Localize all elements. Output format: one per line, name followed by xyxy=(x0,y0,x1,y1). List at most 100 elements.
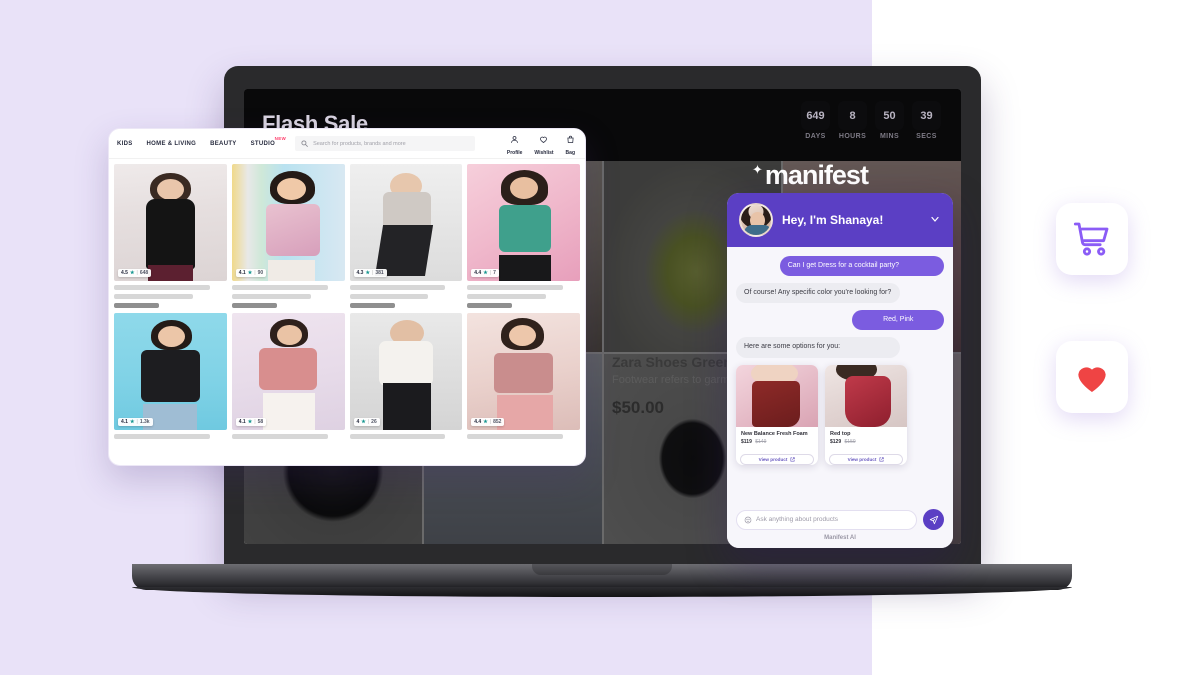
chat-product-price: $119 $149 xyxy=(741,438,767,445)
navbar-action-profile[interactable]: Profile xyxy=(506,131,523,156)
countdown-unit-hours: 8 HOURS xyxy=(838,101,867,140)
chat-input[interactable]: Ask anything about products xyxy=(736,509,917,530)
product-card[interactable]: 4.4 ★ | 7 xyxy=(467,164,580,308)
send-icon xyxy=(929,515,938,524)
rating-count: 7 xyxy=(493,270,496,276)
nav-link-home-living[interactable]: HOME & LIVING xyxy=(147,141,197,147)
search-placeholder: Search for products, brands and more xyxy=(313,140,406,147)
rating-value: 4.4 xyxy=(474,419,482,425)
navbar-action-wishlist[interactable]: Wishlist xyxy=(534,131,554,156)
view-product-label: View product xyxy=(847,456,877,462)
countdown-days-value: 649 xyxy=(801,101,830,130)
chat-input-placeholder: Ask anything about products xyxy=(756,516,839,523)
countdown-mins-label: MINS xyxy=(879,133,900,140)
product-skeleton-line xyxy=(467,434,564,439)
floating-cart-card[interactable] xyxy=(1056,203,1128,275)
search-input[interactable]: Search for products, brands and more xyxy=(295,136,476,151)
star-icon: ★ xyxy=(361,419,366,425)
cart-icon xyxy=(1073,222,1109,256)
product-skeleton-line xyxy=(231,294,311,299)
product-skeleton-line xyxy=(114,434,210,439)
product-skeleton-line xyxy=(114,303,160,308)
product-skeleton-line xyxy=(231,285,328,290)
rating-value: 4.4 xyxy=(474,270,482,276)
product-rating: 4.1 ★ | 90 xyxy=(235,269,267,277)
countdown-days-label: DAYS xyxy=(805,133,826,140)
send-button[interactable] xyxy=(923,509,944,530)
rating-count: 1.3k xyxy=(139,419,150,425)
product-image: 4.4 ★ | 7 xyxy=(467,164,580,281)
nav-link-studio[interactable]: STUDIO NEW xyxy=(250,136,286,147)
nav-link-beauty[interactable]: BEAUTY xyxy=(210,141,236,147)
new-badge: NEW xyxy=(274,135,287,141)
product-grid: 4.5 ★ | 648 4.1 ★ | 90 4.3 ★ | 381 4.4 ★… xyxy=(109,159,585,439)
floating-wishlist-card[interactable] xyxy=(1056,341,1128,413)
countdown-timer: 649 DAYS 8 HOURS 50 MINS 39 SECS xyxy=(801,101,941,140)
chat-product-card[interactable]: Red top $129 $159 View product xyxy=(825,364,907,465)
product-card[interactable]: 4.1 ★ | 90 xyxy=(231,164,345,308)
bag-icon xyxy=(567,135,574,143)
star-icon: ★ xyxy=(247,419,253,425)
product-card[interactable]: 4.5 ★ | 648 xyxy=(114,164,227,308)
product-image: 4.1 ★ | 90 xyxy=(231,164,345,281)
chat-product-old-price: $159 xyxy=(844,438,856,445)
nav-link-kids[interactable]: KIDS xyxy=(117,141,133,147)
product-card[interactable]: 4.1 ★ | 1.3k xyxy=(114,313,227,439)
product-card[interactable]: 4.1 ★ | 58 xyxy=(231,313,345,439)
product-card[interactable]: 4.3 ★ | 381 xyxy=(349,164,463,308)
chat-message-bot: Here are some options for you: xyxy=(736,337,901,358)
product-image: 4.4 ★ | 852 xyxy=(467,313,580,430)
chat-product-image xyxy=(736,364,818,427)
product-rating: 4 ★ | 26 xyxy=(353,418,380,426)
product-skeleton-line xyxy=(231,303,277,308)
rating-value: 4.1 xyxy=(238,270,246,276)
navbar-action-bag[interactable]: Bag xyxy=(566,131,575,156)
rating-count: 26 xyxy=(371,419,377,425)
site-navbar: KIDS HOME & LIVING BEAUTY STUDIO NEW Sea… xyxy=(109,129,585,159)
chat-product-cards: New Balance Fresh Foam $119 $149 View pr… xyxy=(736,364,944,465)
navbar-action-profile-label: Profile xyxy=(506,150,523,156)
product-skeleton-line xyxy=(231,434,328,439)
rating-value: 4.3 xyxy=(356,270,364,276)
product-rating: 4.5 ★ | 648 xyxy=(118,269,152,277)
product-skeleton-line xyxy=(114,285,210,290)
product-skeleton-line xyxy=(467,285,564,290)
product-skeleton-line xyxy=(114,294,193,299)
chat-input-row: Ask anything about products xyxy=(736,509,944,530)
product-skeleton-line xyxy=(467,303,513,308)
navbar-action-bag-label: Bag xyxy=(565,150,575,156)
product-rating: 4.4 ★ | 852 xyxy=(471,418,505,426)
chat-product-meta: Red top $129 $159 xyxy=(825,427,907,450)
product-rating: 4.4 ★ | 7 xyxy=(471,269,499,277)
star-icon: ★ xyxy=(247,270,253,276)
view-product-button[interactable]: View product xyxy=(740,453,814,465)
navbar-actions: Profile Wishlist Bag xyxy=(507,131,577,156)
chevron-down-icon[interactable] xyxy=(929,213,941,227)
product-skeleton-line xyxy=(349,303,395,308)
product-card[interactable]: 4.4 ★ | 852 xyxy=(467,313,580,439)
heart-icon xyxy=(1078,367,1106,392)
external-link-icon xyxy=(879,456,885,462)
chat-brand-footer: Manifest AI xyxy=(824,535,856,541)
product-rating: 4.1 ★ | 58 xyxy=(235,418,267,426)
countdown-mins-value: 50 xyxy=(875,101,904,130)
product-card[interactable]: 4 ★ | 26 xyxy=(349,313,463,439)
rating-count: 648 xyxy=(139,270,149,276)
chat-product-card[interactable]: New Balance Fresh Foam $119 $149 View pr… xyxy=(736,364,818,465)
search-icon xyxy=(301,140,308,147)
star-icon: ★ xyxy=(483,270,488,276)
manifest-logo-text: manifest xyxy=(764,160,869,190)
product-image: 4.1 ★ | 58 xyxy=(231,313,345,430)
rating-value: 4 xyxy=(356,419,360,425)
chat-header: Hey, I'm Shanaya! xyxy=(727,193,953,247)
product-image: 4 ★ | 26 xyxy=(349,313,463,430)
chat-message-user: Red, Pink xyxy=(852,310,944,331)
star-icon: ★ xyxy=(129,419,135,425)
chat-product-meta: New Balance Fresh Foam $119 $149 xyxy=(736,427,818,450)
product-image: 4.5 ★ | 648 xyxy=(114,164,227,281)
view-product-label: View product xyxy=(758,456,788,462)
view-product-button[interactable]: View product xyxy=(829,453,903,465)
countdown-unit-days: 649 DAYS xyxy=(801,101,830,140)
nav-link-studio-label: STUDIO xyxy=(250,140,276,147)
laptop-notch xyxy=(532,564,672,575)
